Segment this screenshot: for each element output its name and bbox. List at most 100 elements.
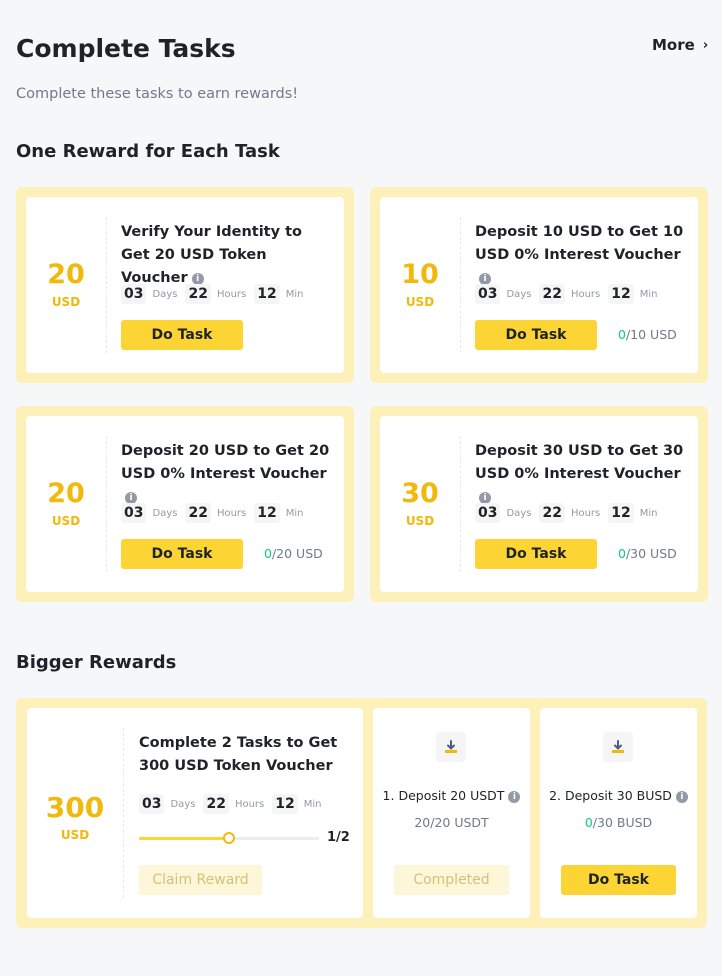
reward-amount-unit: USD — [405, 514, 435, 528]
countdown: 03 Days 22 Hours 12 Min — [475, 503, 665, 523]
bigger-reward-title: Complete 2 Tasks to Get 300 USD Token Vo… — [139, 735, 338, 774]
task-title: Deposit 20 USD to Get 20 USD 0% Interest… — [121, 440, 331, 509]
countdown-hours: 22 — [539, 503, 565, 523]
countdown: 03 Days 22 Hours 12 Min — [121, 284, 311, 304]
reward-amount-value: 10 — [401, 259, 439, 290]
countdown-days-label: Days — [506, 288, 532, 300]
task-title: Deposit 10 USD to Get 10 USD 0% Interest… — [475, 221, 685, 290]
completed-button[interactable]: Completed — [394, 865, 509, 895]
subtask-title-text: 1. Deposit 20 USDT — [382, 788, 505, 803]
countdown-min-label: Min — [303, 798, 322, 810]
countdown-hours: 22 — [203, 794, 229, 814]
reward-amount: 20 USD — [26, 259, 106, 309]
task-card-body: 10 USD Deposit 10 USD to Get 10 USD 0% I… — [380, 197, 698, 373]
section-title-bigger-rewards: Bigger Rewards — [16, 652, 177, 673]
task-card: 10 USD Deposit 10 USD to Get 10 USD 0% I… — [370, 187, 708, 383]
countdown-hours-label: Hours — [216, 507, 247, 519]
subtask-progress-rest: /30 BUSD — [592, 815, 653, 830]
countdown-min: 12 — [254, 503, 280, 523]
do-task-button[interactable]: Do Task — [475, 320, 597, 350]
countdown-min-label: Min — [285, 507, 304, 519]
reward-amount-unit: USD — [405, 295, 435, 309]
countdown-min: 12 — [272, 794, 298, 814]
reward-amount: 30 USD — [380, 478, 460, 528]
countdown-min: 12 — [254, 284, 280, 304]
page-title: Complete Tasks — [16, 34, 236, 63]
task-card-body: 30 USD Deposit 30 USD to Get 30 USD 0% I… — [380, 416, 698, 592]
bigger-reward-main: 300 USD Complete 2 Tasks to Get 300 USD … — [27, 708, 363, 918]
reward-amount-unit: USD — [51, 514, 81, 528]
task-progress: 0/30 USD — [618, 546, 677, 561]
countdown-hours: 22 — [185, 503, 211, 523]
countdown: 03 Days 22 Hours 12 Min — [475, 284, 665, 304]
countdown-min: 12 — [608, 284, 634, 304]
reward-amount-value: 30 — [401, 478, 439, 509]
countdown-hours: 22 — [539, 284, 565, 304]
subtask-progress: 0/30 BUSD — [540, 815, 697, 830]
task-progress: 0/10 USD — [618, 327, 677, 342]
countdown-days-label: Days — [152, 507, 178, 519]
countdown-days: 03 — [121, 503, 147, 523]
info-icon[interactable]: i — [675, 791, 688, 803]
reward-amount: 10 USD — [380, 259, 460, 309]
task-card: 20 USD Deposit 20 USD to Get 20 USD 0% I… — [16, 406, 354, 602]
more-link[interactable]: More › — [652, 36, 708, 54]
claim-reward-button[interactable]: Claim Reward — [139, 865, 262, 895]
more-label: More — [652, 36, 695, 54]
task-progress-label: 1/2 — [327, 830, 350, 845]
countdown-min-label: Min — [639, 288, 658, 300]
task-progress-done: 0 — [618, 546, 626, 561]
countdown-min-label: Min — [285, 288, 304, 300]
subtask-progress: 20/20 USDT — [373, 815, 530, 830]
countdown: 03 Days 22 Hours 12 Min — [121, 503, 311, 523]
countdown-hours-label: Hours — [570, 288, 601, 300]
task-title: Verify Your Identity to Get 20 USD Token… — [121, 221, 331, 290]
page-subtitle: Complete these tasks to earn rewards! — [16, 86, 299, 102]
chevron-right-icon: › — [702, 37, 709, 53]
reward-amount: 20 USD — [26, 478, 106, 528]
deposit-icon — [436, 732, 466, 762]
task-progress-done: 0 — [264, 546, 272, 561]
countdown-days: 03 — [121, 284, 147, 304]
task-progress-rest: /30 USD — [625, 546, 677, 561]
task-progress-bar — [139, 832, 319, 844]
do-task-button[interactable]: Do Task — [121, 320, 243, 350]
dashed-divider — [123, 728, 124, 898]
task-card-body: 20 USD Deposit 20 USD to Get 20 USD 0% I… — [26, 416, 344, 592]
task-progress-fill — [139, 837, 229, 840]
task-title-text: Deposit 30 USD to Get 30 USD 0% Interest… — [475, 443, 684, 482]
subtask-title: 1. Deposit 20 USDT i — [373, 788, 530, 803]
reward-amount-value: 300 — [45, 791, 105, 824]
countdown-hours: 22 — [185, 284, 211, 304]
task-progress: 0/20 USD — [264, 546, 323, 561]
task-progress-knob — [223, 832, 235, 844]
countdown-min: 12 — [608, 503, 634, 523]
countdown-days-label: Days — [170, 798, 196, 810]
section-title-one-reward: One Reward for Each Task — [16, 141, 280, 162]
dashed-divider — [460, 436, 461, 572]
info-icon[interactable]: i — [508, 791, 521, 803]
task-progress-rest: /10 USD — [625, 327, 677, 342]
countdown-days-label: Days — [152, 288, 178, 300]
dashed-divider — [460, 217, 461, 353]
dashed-divider — [106, 217, 107, 353]
reward-amount-value: 20 — [47, 259, 85, 290]
subtask-progress-done: 0 — [584, 815, 593, 830]
task-title: Deposit 30 USD to Get 30 USD 0% Interest… — [475, 440, 685, 509]
countdown-days: 03 — [475, 503, 501, 523]
reward-amount-unit: USD — [60, 828, 90, 842]
task-card: 30 USD Deposit 30 USD to Get 30 USD 0% I… — [370, 406, 708, 602]
complete-tasks-page: Complete Tasks More › Complete these tas… — [0, 0, 722, 976]
countdown-hours-label: Hours — [216, 288, 247, 300]
task-progress-done: 0 — [618, 327, 626, 342]
task-progress-rest: /20 USD — [271, 546, 323, 561]
reward-amount-value: 20 — [47, 478, 85, 509]
dashed-divider — [106, 436, 107, 572]
task-title-text: Deposit 10 USD to Get 10 USD 0% Interest… — [475, 224, 684, 263]
do-task-button[interactable]: Do Task — [121, 539, 243, 569]
countdown-hours-label: Hours — [570, 507, 601, 519]
do-task-button[interactable]: Do Task — [561, 865, 676, 895]
do-task-button[interactable]: Do Task — [475, 539, 597, 569]
subtask-card: 2. Deposit 30 BUSD i 0/30 BUSD Do Task — [540, 708, 697, 918]
task-title-text: Deposit 20 USD to Get 20 USD 0% Interest… — [121, 443, 330, 482]
